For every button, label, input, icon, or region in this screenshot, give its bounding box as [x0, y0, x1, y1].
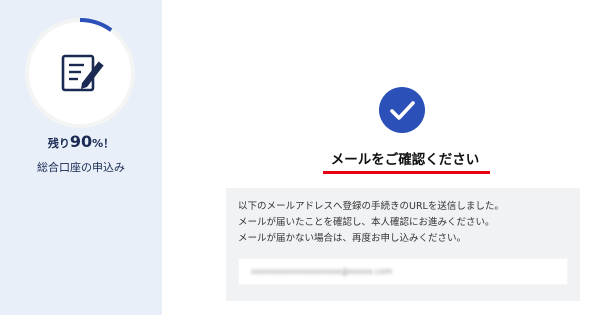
message-line: メールが届かない場合は、再度お申し込みください。: [238, 233, 467, 244]
page: 残り90%！ 総合口座の申込み メールをご確認ください 以下のメールアドレスへ登…: [0, 0, 600, 315]
application-name: 総合口座の申込み: [37, 161, 125, 174]
message-line: メールが届いたことを確認し、本人確認にお進みください。: [238, 217, 495, 228]
progress-sidebar: 残り90%！ 総合口座の申込み: [0, 0, 162, 315]
registered-email-field: xxxxxxxxxxxxxxxxxxx@xxxxx.com: [238, 258, 568, 285]
email-value: xxxxxxxxxxxxxxxxxxx@xxxxx.com: [251, 267, 393, 276]
message-line: 以下のメールアドレスへ登録の手続きのURLを送信しました。: [238, 201, 504, 212]
document-edit-icon: [57, 52, 107, 96]
remaining-suffix: %！: [92, 137, 115, 150]
page-title: メールをご確認ください: [330, 152, 480, 168]
title-underline: [323, 171, 490, 174]
confirmation-message: 以下のメールアドレスへ登録の手続きのURLを送信しました。 メールが届いたことを…: [238, 199, 574, 247]
remaining-progress: 残り90%！: [0, 133, 162, 153]
remaining-percent: 90: [69, 132, 93, 151]
confirmation-info-box: 以下のメールアドレスへ登録の手続きのURLを送信しました。 メールが届いたことを…: [226, 188, 580, 301]
checkmark-icon: [379, 87, 425, 133]
remaining-prefix: 残り: [47, 137, 70, 150]
